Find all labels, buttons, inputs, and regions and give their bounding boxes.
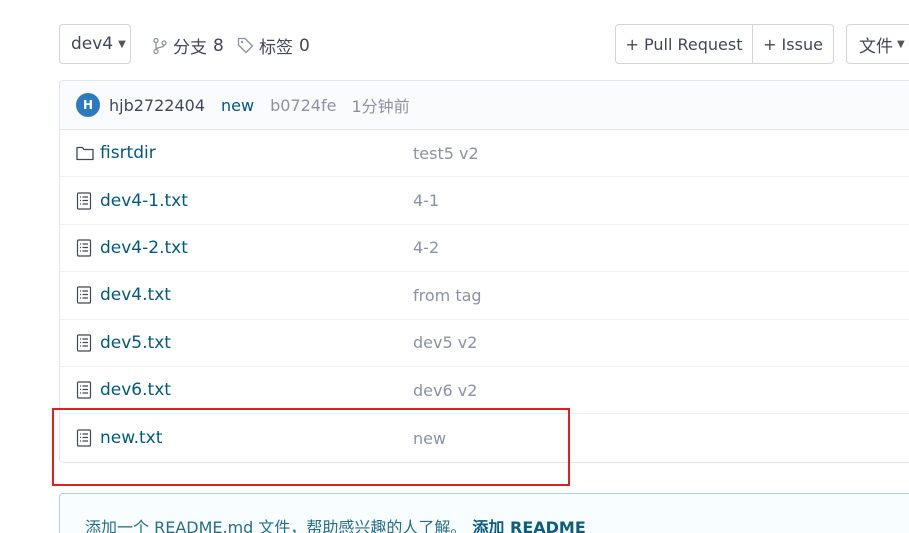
branches-count: 8 [213, 35, 224, 56]
readme-banner: 添加一个 README.md 文件，帮助感兴趣的人了解。 添加 README [59, 493, 909, 533]
tags-label: 标签 [259, 38, 293, 58]
table-row: dev4-1.txt 4-1 [60, 177, 909, 225]
file-name[interactable]: new.txt [100, 428, 162, 448]
folder-icon [76, 145, 94, 161]
latest-commit-bar: H hjb2722404 new b0724fe 1分钟前 [60, 81, 909, 130]
file-commit-message[interactable]: 4-1 [413, 191, 439, 210]
branches-link[interactable]: 分支 8 [152, 33, 224, 58]
file-commit-message[interactable]: 4-2 [413, 238, 439, 257]
pull-request-button[interactable]: + Pull Request [616, 25, 753, 63]
file-text-icon [76, 191, 92, 210]
add-readme-link[interactable]: 添加 README [472, 518, 585, 533]
file-commit-message[interactable]: dev5 v2 [413, 333, 477, 352]
table-row: dev4-2.txt 4-2 [60, 225, 909, 273]
file-table: H hjb2722404 new b0724fe 1分钟前 fisrtdir t… [59, 80, 909, 463]
tag-icon [237, 37, 254, 54]
file-text-icon [76, 239, 92, 257]
table-row: new.txt new [60, 414, 909, 461]
tags-link[interactable]: 标签 0 [237, 33, 310, 58]
readme-text: 添加一个 README.md 文件，帮助感兴趣的人了解。 [85, 518, 467, 533]
file-menu-label: 文件 [859, 36, 893, 57]
avatar[interactable]: H [76, 93, 100, 117]
issue-button[interactable]: + Issue [753, 25, 833, 63]
table-row: fisrtdir test5 v2 [60, 130, 909, 178]
file-name[interactable]: dev6.txt [100, 380, 171, 400]
file-text-icon [76, 429, 92, 447]
file-name[interactable]: fisrtdir [100, 143, 156, 163]
commit-sha[interactable]: b0724fe [270, 96, 336, 115]
commit-time: 1分钟前 [351, 97, 410, 116]
file-name[interactable]: dev4-1.txt [100, 191, 188, 211]
file-name[interactable]: dev4.txt [100, 285, 171, 305]
file-name[interactable]: dev4-2.txt [100, 238, 188, 258]
table-row: dev5.txt dev5 v2 [60, 320, 909, 367]
tags-count: 0 [299, 35, 310, 56]
file-commit-message[interactable]: from tag [413, 286, 482, 305]
commit-author[interactable]: hjb2722404 [109, 96, 205, 115]
action-button-group: + Pull Request + Issue [615, 24, 834, 64]
commit-message[interactable]: new [221, 96, 254, 115]
table-row: dev6.txt dev6 v2 [60, 367, 909, 415]
branch-icon [153, 37, 167, 54]
file-text-icon [76, 334, 92, 352]
caret-down-icon: ▼ [118, 38, 126, 50]
file-menu-button[interactable]: 文件 ▼ [846, 24, 909, 64]
file-commit-message[interactable]: test5 v2 [413, 144, 479, 163]
file-text-icon [76, 381, 92, 399]
file-commit-message[interactable]: dev6 v2 [413, 381, 477, 400]
file-name[interactable]: dev5.txt [100, 333, 171, 353]
caret-down-icon: ▼ [897, 38, 905, 50]
branches-label: 分支 [173, 38, 207, 58]
file-text-icon [76, 286, 92, 304]
branch-selector[interactable]: dev4 ▼ [59, 24, 131, 64]
branch-name: dev4 [71, 34, 114, 54]
table-row: dev4.txt from tag [60, 272, 909, 320]
file-commit-message[interactable]: new [413, 429, 446, 448]
